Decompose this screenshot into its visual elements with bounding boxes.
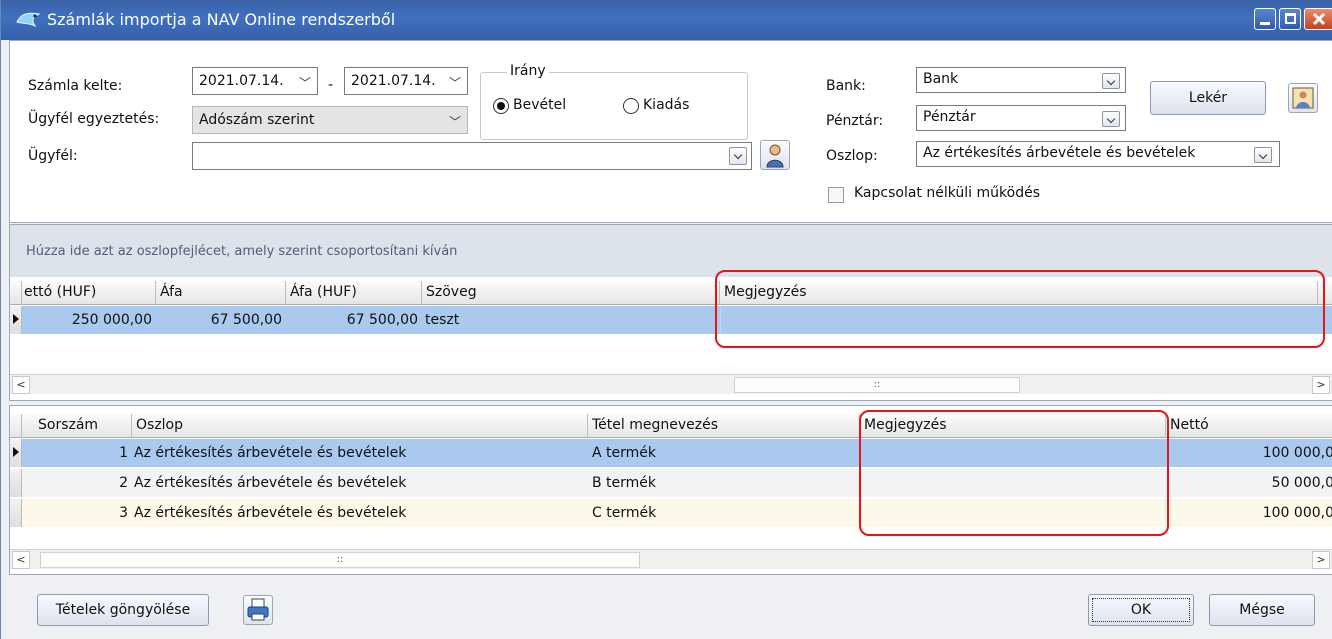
bank-select[interactable]: Bank (916, 67, 1126, 93)
cell-szoveg[interactable]: teszt (422, 306, 720, 334)
cash-label: Pénztár: (826, 113, 884, 129)
cell-netto[interactable]: 100 000,0 (1166, 439, 1332, 467)
cell-oszlop[interactable]: Az értékesítés árbevétele és bevételek (132, 499, 588, 527)
header-afa[interactable]: Áfa (156, 281, 286, 305)
scroll-right-icon[interactable]: > (1312, 376, 1330, 394)
picture-person-icon (1292, 87, 1314, 109)
chevron-down-icon: ﹀ (448, 76, 461, 90)
column-select[interactable]: Az értékesítés árbevétele és bevételek (916, 141, 1280, 167)
income-label: Bevétel (513, 97, 567, 113)
print-button[interactable] (243, 595, 273, 625)
dropdown-arrow-icon[interactable] (1254, 147, 1272, 163)
column-label: Oszlop: (826, 148, 878, 164)
cell-afa-huf[interactable]: 67 500,00 (286, 306, 422, 334)
header-sorszam[interactable]: Sorszám (22, 414, 132, 438)
cash-value: Pénztár (923, 109, 976, 125)
dropdown-arrow-icon[interactable] (1102, 111, 1120, 127)
dropdown-arrow-icon[interactable] (1102, 73, 1120, 89)
cell-netto[interactable]: 50 000,0 (1166, 469, 1332, 497)
maximize-button[interactable] (1279, 8, 1301, 30)
offline-checkbox[interactable] (828, 187, 844, 203)
row-indicator (10, 306, 22, 334)
date-from-picker[interactable]: 2021.07.14. ﹀ (192, 67, 318, 95)
bank-label: Bank: (826, 78, 866, 94)
header-szoveg[interactable]: Szöveg (422, 281, 720, 305)
scroll-left-icon[interactable]: < (12, 551, 30, 569)
expense-radio[interactable] (623, 98, 639, 114)
window-title: Számlák importja a NAV Online rendszerbő… (47, 10, 396, 29)
chevron-down-icon: ﹀ (298, 76, 311, 90)
date-to-value: 2021.07.14. (351, 73, 436, 89)
cell-oszlop[interactable]: Az értékesítés árbevétele és bevételek (132, 439, 588, 467)
bottom-bar: Tételek göngyölése OK Mégse (1, 575, 1332, 639)
group-hint: Húzza ide azt az oszlopfejlécet, amely s… (26, 244, 458, 259)
matching-select[interactable]: Adószám szerint ﹀ (192, 106, 468, 134)
header-afa-huf[interactable]: Áfa (HUF) (286, 281, 422, 305)
cell-netto-huf[interactable]: 250 000,00 (22, 306, 156, 334)
cash-select[interactable]: Pénztár (916, 105, 1126, 131)
cell-tetel-megnevezes[interactable]: B termék (588, 469, 860, 497)
highlight-megjegyzes-invoices (715, 270, 1325, 348)
income-radio[interactable] (493, 98, 509, 114)
row-indicator (10, 469, 22, 497)
cancel-button[interactable]: Mégse (1209, 594, 1315, 626)
expense-label: Kiadás (643, 97, 690, 113)
invoice-hscrollbar[interactable]: < :: > (10, 374, 1332, 394)
settings-image-button[interactable] (1288, 83, 1318, 113)
matching-value: Adószám szerint (199, 112, 315, 128)
close-button[interactable] (1304, 8, 1332, 30)
header-indicator (10, 414, 22, 438)
scroll-thumb[interactable]: :: (40, 552, 640, 568)
column-value: Az értékesítés árbevétele és bevételek (923, 145, 1196, 161)
fetch-button[interactable]: Lekér (1150, 81, 1266, 115)
printer-icon (247, 598, 269, 621)
header-netto[interactable]: Nettó (1166, 414, 1332, 438)
bank-value: Bank (923, 71, 959, 87)
app-bird-icon (16, 12, 41, 28)
offline-label: Kapcsolat nélküli működés (854, 185, 1040, 201)
dropdown-arrow-icon[interactable] (729, 147, 747, 165)
header-oszlop[interactable]: Oszlop (132, 414, 588, 438)
chevron-down-icon: ﹀ (448, 115, 461, 129)
cell-afa[interactable]: 67 500,00 (156, 306, 286, 334)
items-hscrollbar[interactable]: < :: > (10, 549, 1332, 569)
highlight-megjegyzes-items (859, 410, 1169, 536)
rollup-items-button[interactable]: Tételek göngyölése (37, 594, 209, 626)
row-indicator (10, 439, 22, 467)
cell-tetel-megnevezes[interactable]: A termék (588, 439, 860, 467)
date-to-picker[interactable]: 2021.07.14. ﹀ (344, 67, 468, 95)
scroll-left-icon[interactable]: < (12, 376, 30, 394)
customer-label: Ügyfél: (28, 148, 78, 164)
date-separator: - (328, 77, 334, 93)
date-label: Számla kelte: (28, 78, 123, 94)
cell-oszlop[interactable]: Az értékesítés árbevétele és bevételek (132, 469, 588, 497)
filter-panel: Számla kelte: 2021.07.14. ﹀ - 2021.07.14… (9, 40, 1332, 223)
minimize-button[interactable] (1254, 8, 1276, 30)
cell-sorszam[interactable]: 3 (22, 499, 132, 527)
scroll-right-icon[interactable]: > (1312, 551, 1330, 569)
import-window: Számlák importja a NAV Online rendszerbő… (0, 0, 1332, 639)
title-bar[interactable]: Számlák importja a NAV Online rendszerbő… (1, 0, 1332, 40)
scroll-thumb[interactable]: :: (734, 377, 1020, 393)
matching-label: Ügyfél egyeztetés: (28, 111, 160, 127)
cell-tetel-megnevezes[interactable]: C termék (588, 499, 860, 527)
close-icon (1312, 12, 1326, 26)
row-indicator (10, 499, 22, 527)
header-netto-huf[interactable]: ettó (HUF) (22, 281, 156, 305)
cell-netto[interactable]: 100 000,0 (1166, 499, 1332, 527)
customer-select[interactable] (192, 142, 752, 170)
ok-button[interactable]: OK (1088, 594, 1194, 626)
cell-sorszam[interactable]: 1 (22, 439, 132, 467)
cell-sorszam[interactable]: 2 (22, 469, 132, 497)
direction-group: Irány Bevétel Kiadás (480, 63, 748, 140)
date-from-value: 2021.07.14. (199, 73, 284, 89)
person-icon (766, 144, 784, 168)
customer-lookup-button[interactable] (760, 140, 790, 170)
direction-label: Irány (507, 63, 549, 79)
header-tetel-megnevezes[interactable]: Tétel megnevezés (588, 414, 860, 438)
header-indicator (10, 281, 22, 305)
